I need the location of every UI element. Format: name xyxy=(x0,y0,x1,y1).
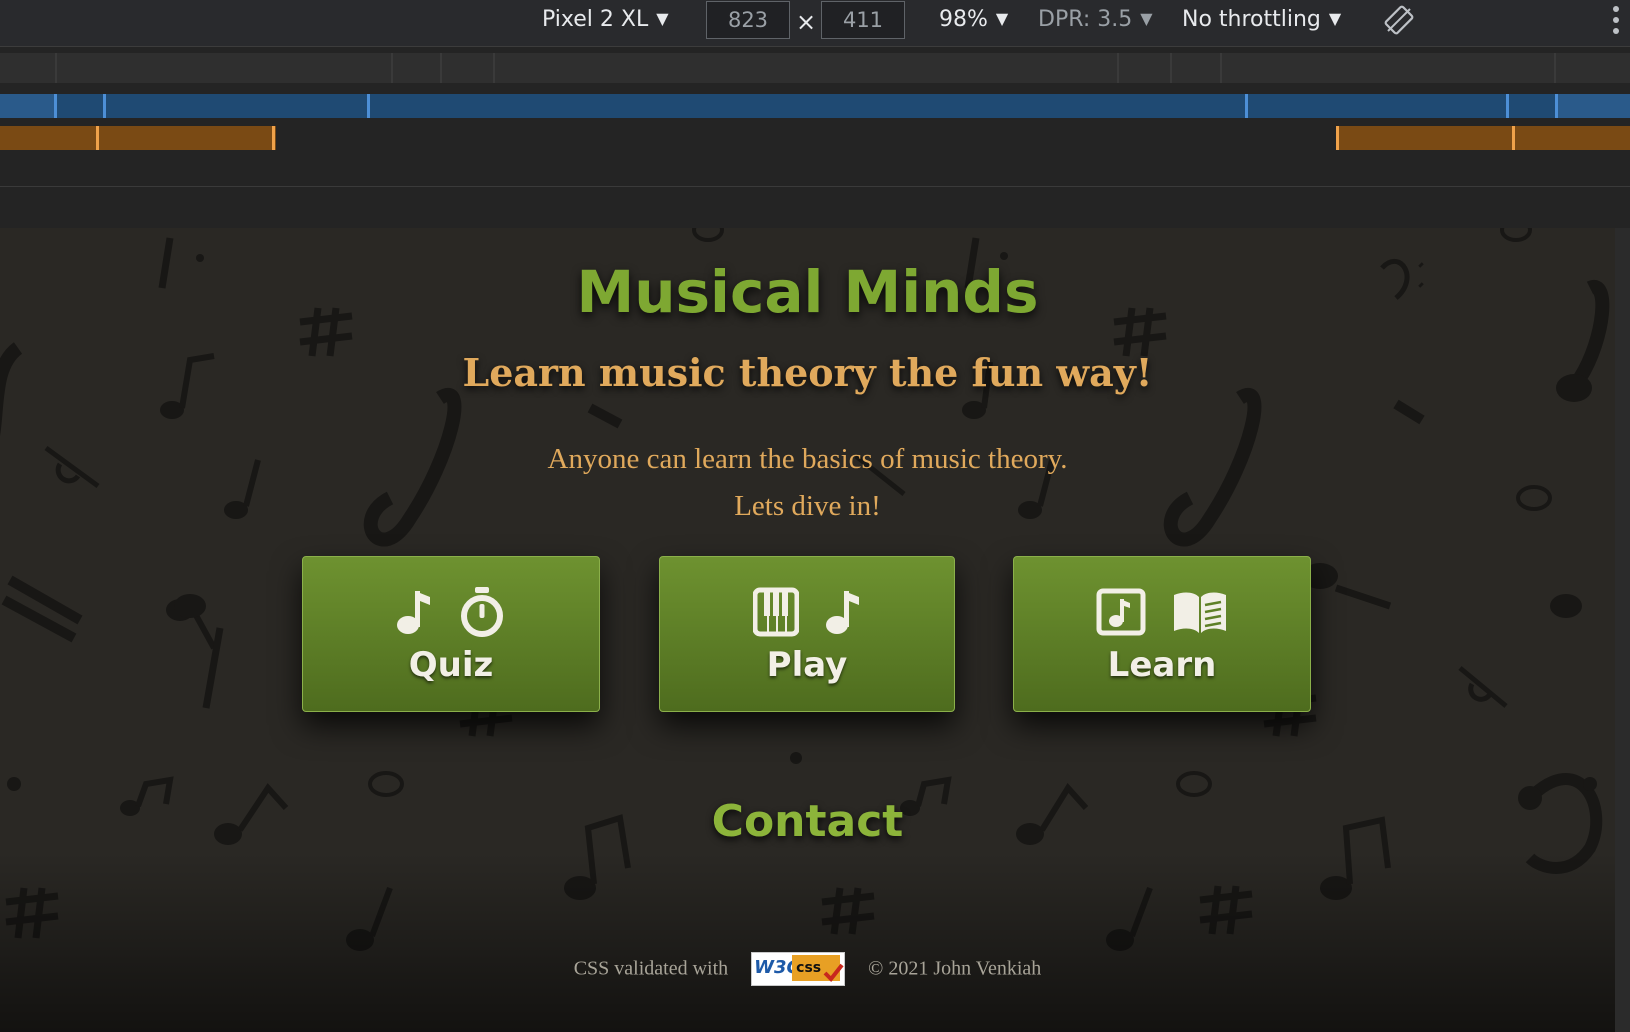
intro-line-2: Lets dive in! xyxy=(734,490,881,522)
quiz-button[interactable]: Quiz xyxy=(302,556,600,712)
device-label: Pixel 2 XL xyxy=(542,7,649,32)
learn-button-icons xyxy=(1014,587,1310,639)
more-options-icon[interactable] xyxy=(1612,4,1620,36)
device-width-ruler[interactable] xyxy=(0,53,1630,83)
learn-button-label: Learn xyxy=(1107,645,1217,685)
quiz-button-icons xyxy=(303,587,599,639)
min-width-media-query-bar-left[interactable] xyxy=(0,126,276,150)
ruler-divider xyxy=(0,186,1630,187)
dimension-separator: × xyxy=(796,8,817,36)
music-file-icon xyxy=(1096,588,1146,636)
site-title[interactable]: Musical Minds xyxy=(0,258,1615,326)
contact-link[interactable]: Contact xyxy=(0,796,1615,847)
dpr-label: DPR: 3.5 xyxy=(1038,7,1133,32)
caret-down-icon: ▼ xyxy=(1140,9,1153,28)
device-select[interactable]: Pixel 2 XL ▼ xyxy=(542,0,669,40)
intro-text: Anyone can learn the basics of music the… xyxy=(0,436,1615,530)
max-width-media-query-bar[interactable] xyxy=(0,94,1630,118)
throttling-select[interactable]: No throttling ▼ xyxy=(1182,0,1341,40)
play-button[interactable]: Play xyxy=(659,556,955,712)
tagline: Learn music theory the fun way! xyxy=(462,350,1153,395)
w3c-logo-text: W3C xyxy=(754,957,800,978)
min-width-media-query-bar-right[interactable] xyxy=(1336,126,1630,150)
zoom-label: 98% xyxy=(939,7,988,32)
vertical-scrollbar[interactable] xyxy=(1615,228,1630,1032)
play-button-icons xyxy=(660,587,954,639)
open-book-icon xyxy=(1173,592,1226,633)
stopwatch-icon xyxy=(460,587,503,637)
checkmark-icon xyxy=(823,963,844,983)
footer: CSS validated with W3C css © 2021 John V… xyxy=(0,952,1615,986)
page-viewport: Musical Minds Learn music theory the fun… xyxy=(0,228,1615,1032)
throttling-label: No throttling xyxy=(1182,7,1321,32)
width-input[interactable]: 823 xyxy=(706,1,790,39)
caret-down-icon: ▼ xyxy=(1328,9,1342,28)
css-validated-text: CSS validated with xyxy=(573,957,729,980)
play-button-label: Play xyxy=(766,645,848,685)
caret-down-icon: ▼ xyxy=(656,9,669,28)
learn-button[interactable]: Learn xyxy=(1013,556,1311,712)
intro-line-1: Anyone can learn the basics of music the… xyxy=(547,443,1068,475)
w3c-css-badge[interactable]: W3C css xyxy=(751,952,846,986)
dpr-select[interactable]: DPR: 3.5 ▼ xyxy=(1038,0,1153,40)
height-input[interactable]: 411 xyxy=(821,1,905,39)
music-note-icon xyxy=(397,591,431,634)
quiz-button-label: Quiz xyxy=(408,645,494,685)
device-toolbar: Pixel 2 XL ▼ 823 × 411 98% ▼ DPR: 3.5 ▼ No … xyxy=(0,0,1630,47)
piano-keys-icon xyxy=(753,587,800,637)
media-query-ruler xyxy=(0,47,1630,227)
rotate-icon[interactable] xyxy=(1384,5,1414,35)
zoom-select[interactable]: 98% ▼ xyxy=(939,0,1008,40)
music-note-icon xyxy=(825,591,859,634)
copyright-text: © 2021 John Venkiah xyxy=(868,957,1042,980)
caret-down-icon: ▼ xyxy=(995,9,1009,28)
